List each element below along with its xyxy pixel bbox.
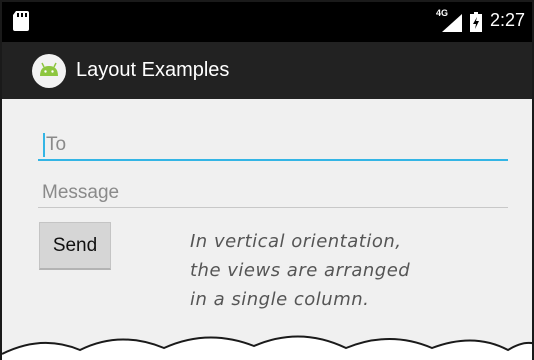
to-input[interactable]: To	[38, 131, 508, 161]
action-bar: Layout Examples	[2, 42, 532, 99]
annotation-line: In vertical orientation,	[190, 231, 402, 252]
annotation-line: in a single column.	[190, 289, 370, 310]
signal-icon: 4G	[436, 8, 464, 34]
send-button[interactable]: Send	[39, 222, 111, 270]
status-clock: 2:27	[490, 10, 526, 30]
torn-edge-decoration	[2, 335, 532, 360]
message-input[interactable]: Message	[38, 179, 508, 208]
to-placeholder: To	[46, 134, 67, 155]
annotation-note: In vertical orientation, the views are a…	[190, 227, 480, 314]
annotation-line: the views are arranged	[190, 260, 411, 281]
android-icon[interactable]	[32, 54, 66, 88]
message-placeholder: Message	[42, 182, 120, 203]
text-cursor	[43, 133, 45, 157]
device-frame: 4G 2:27 Layout Examples To Message Send …	[0, 0, 534, 360]
sd-card-icon	[13, 11, 29, 31]
battery-icon	[470, 12, 482, 32]
status-bar: 4G 2:27	[2, 2, 532, 42]
app-title: Layout Examples	[76, 59, 230, 81]
